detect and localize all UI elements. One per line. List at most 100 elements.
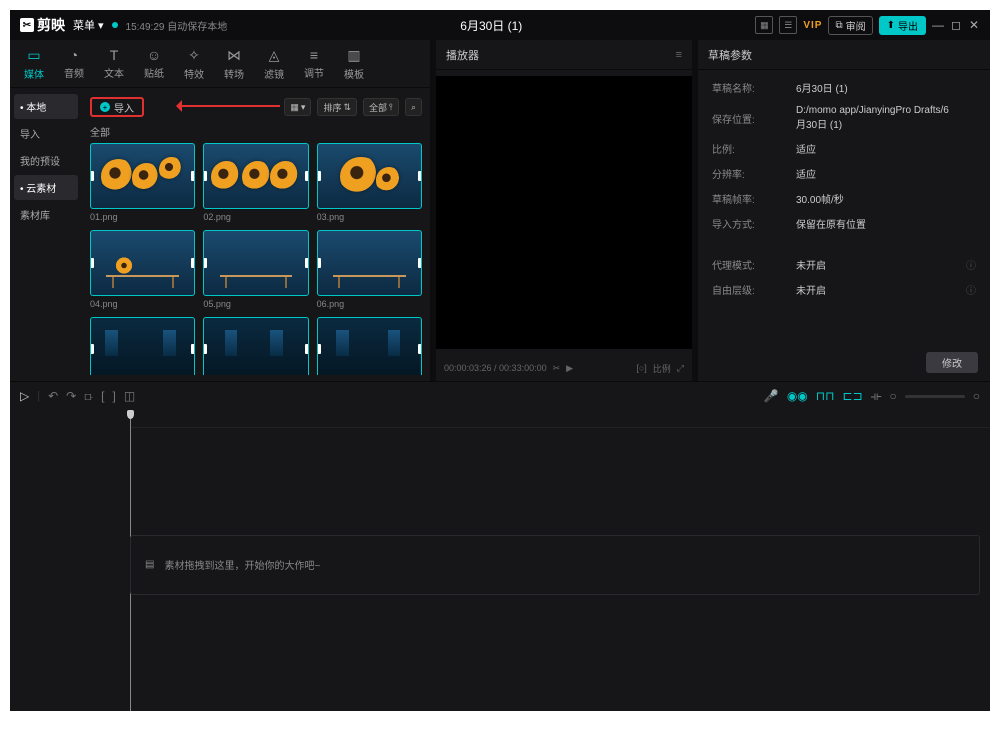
params-body: 草稿名称:6月30日 (1) 保存位置:D:/momo app/Jianying… [698,70,990,344]
player-menu-icon[interactable]: ≡ [676,49,682,61]
params-header: 草稿参数 [698,40,990,70]
audio-icon: ◔ [70,47,78,63]
sidemenu-presets[interactable]: 我的预设 [14,148,78,173]
media-item[interactable]: 01.png [90,143,195,222]
sidemenu-cloud[interactable]: • 云素材 [14,175,78,200]
media-section-label: 全部 [90,124,422,139]
tool-text[interactable]: T文本 [94,40,134,87]
autosave-status: 15:49:29 自动保存本地 [126,18,228,33]
param-row: 比例:适应 [712,141,976,156]
chevron-down-icon: ▾ [98,19,104,32]
tool-audio[interactable]: ◔音频 [54,40,94,87]
undo-button[interactable]: ↶ [48,389,58,403]
split-icon[interactable]: ⟥ [84,389,93,404]
media-item[interactable]: 06.png [317,230,422,309]
timeline-ruler[interactable] [130,410,990,428]
param-row: 代理模式:未开启ⓘ [712,257,976,272]
filter-all-button[interactable]: 全部 ⫯ [363,98,399,116]
media-grid: 01.png 02.png 03.png 04.png 05.png 06.pn… [90,143,422,375]
minimize-button[interactable]: — [932,18,944,32]
list-icon[interactable]: ☰ [779,16,797,34]
sidemenu-import[interactable]: 导入 [14,121,78,146]
pointer-tool-icon[interactable]: ▷ [20,389,29,403]
player-header: 播放器 ≡ [436,40,692,70]
align-icon[interactable]: ⟛ [871,389,882,404]
redo-button[interactable]: ↷ [66,389,76,403]
tool-effects[interactable]: ✧特效 [174,40,214,87]
modify-button[interactable]: 修改 [926,352,978,373]
sort-button[interactable]: 排序 ⇅ [317,98,357,116]
export-icon: ⬆ [887,20,895,31]
view-mode-button[interactable]: ▦ ▾ [284,98,311,116]
vip-badge[interactable]: VIP [803,20,822,31]
tool-template[interactable]: ▥模板 [334,40,374,87]
review-button[interactable]: ⧉审阅 [828,16,872,35]
timeline-body[interactable]: ▤ 素材拖拽到这里，开始你的大作吧~ [10,410,990,719]
timeline-panel: ▷ | ↶ ↷ ⟥ [ ] ◫ 🎤 ◉◉ ⊓⊓ ⊏⊐ ⟛ ○ ○ [10,381,990,719]
film-icon: ▤ [145,559,154,570]
player-time: 00:00:03:26 / 00:33:00:00 [444,363,547,373]
param-row: 草稿名称:6月30日 (1) [712,80,976,95]
plus-icon: + [100,102,110,112]
link-icon[interactable]: ⊏⊐ [843,389,863,403]
play-button[interactable]: ▶ [566,363,573,374]
logo-icon: ✂ [20,18,34,32]
fit-icon[interactable]: [○] [636,363,646,373]
zoom-slider[interactable] [905,395,965,398]
sidemenu-local[interactable]: • 本地 [14,94,78,119]
media-item[interactable]: 08.png [203,317,308,375]
param-row: 保存位置:D:/momo app/JianyingPro Drafts/6月30… [712,105,976,131]
ratio-button[interactable]: 比例 [653,362,671,375]
media-icon: ▭ [27,47,40,64]
adjust-icon: ≡ [310,47,318,63]
maximize-button[interactable]: ◻ [950,18,962,32]
export-button[interactable]: ⬆导出 [879,16,926,35]
tool-sticker[interactable]: ☺贴纸 [134,40,174,87]
media-item[interactable]: 07.png [90,317,195,375]
text-icon: T [110,47,119,63]
timeline-toolbar: ▷ | ↶ ↷ ⟥ [ ] ◫ 🎤 ◉◉ ⊓⊓ ⊏⊐ ⟛ ○ ○ [10,382,990,410]
tool-media[interactable]: ▭媒体 [14,40,54,87]
media-item[interactable]: 05.png [203,230,308,309]
snap-icon[interactable]: ◉◉ [787,389,808,403]
media-item[interactable]: 02.png [203,143,308,222]
title-controls: ▦ ☰ VIP ⧉审阅 ⬆导出 — ◻ ✕ [755,16,980,35]
fullscreen-icon[interactable]: ⤢ [677,363,684,374]
media-item[interactable]: 03.png [317,143,422,222]
param-row: 分辨率:适应 [712,166,976,181]
tool-tabs: ▭媒体 ◔音频 T文本 ☺贴纸 ✧特效 ⋈转场 ◬滤镜 ≡调节 ▥模板 [10,40,430,88]
timeline-drop-hint: ▤ 素材拖拽到这里，开始你的大作吧~ [130,535,980,595]
tool-filter[interactable]: ◬滤镜 [254,40,294,87]
zoom-out-icon[interactable]: ○ [890,389,897,403]
sticker-icon: ☺ [147,47,161,63]
import-button[interactable]: + 导入 [90,97,144,117]
mic-icon[interactable]: 🎤 [764,389,779,403]
params-panel: 草稿参数 草稿名称:6月30日 (1) 保存位置:D:/momo app/Jia… [698,40,990,381]
player-viewport[interactable] [436,76,692,349]
magnet-icon[interactable]: ⊓⊓ [816,389,835,403]
zoom-in-icon[interactable]: ○ [973,389,980,403]
param-row: 导入方式:保留在原有位置 [712,216,976,231]
info-icon[interactable]: ⓘ [966,257,976,272]
close-button[interactable]: ✕ [968,18,980,32]
player-controls: 00:00:03:26 / 00:33:00:00 ✂ ▶ [○] 比例 ⤢ [436,355,692,381]
app-logo: ✂ 剪映 [20,15,65,35]
search-button[interactable]: ⌕ [405,98,422,116]
menu-button[interactable]: 菜单▾ [73,17,104,33]
media-item[interactable]: 04.png [90,230,195,309]
filter-icon: ◬ [269,47,280,64]
media-panel: ▭媒体 ◔音频 T文本 ☺贴纸 ✧特效 ⋈转场 ◬滤镜 ≡调节 ▥模板 • 本地… [10,40,430,381]
tool-transition[interactable]: ⋈转场 [214,40,254,87]
cut-icon[interactable]: ✂ [553,363,561,374]
sidemenu-library[interactable]: 素材库 [14,202,78,227]
transition-icon: ⋈ [227,47,241,64]
layout-icon[interactable]: ▦ [755,16,773,34]
player-panel: 播放器 ≡ 00:00:03:26 / 00:33:00:00 ✂ ▶ [○] … [436,40,692,381]
media-item[interactable]: 09.png [317,317,422,375]
bracket-right-icon[interactable]: ] [112,389,115,403]
tool-adjust[interactable]: ≡调节 [294,40,334,87]
info-icon[interactable]: ⓘ [966,282,976,297]
bracket-left-icon[interactable]: [ [101,389,104,403]
delete-icon[interactable]: ◫ [124,389,135,403]
media-sidemenu: • 本地 导入 我的预设 • 云素材 素材库 [10,88,82,381]
